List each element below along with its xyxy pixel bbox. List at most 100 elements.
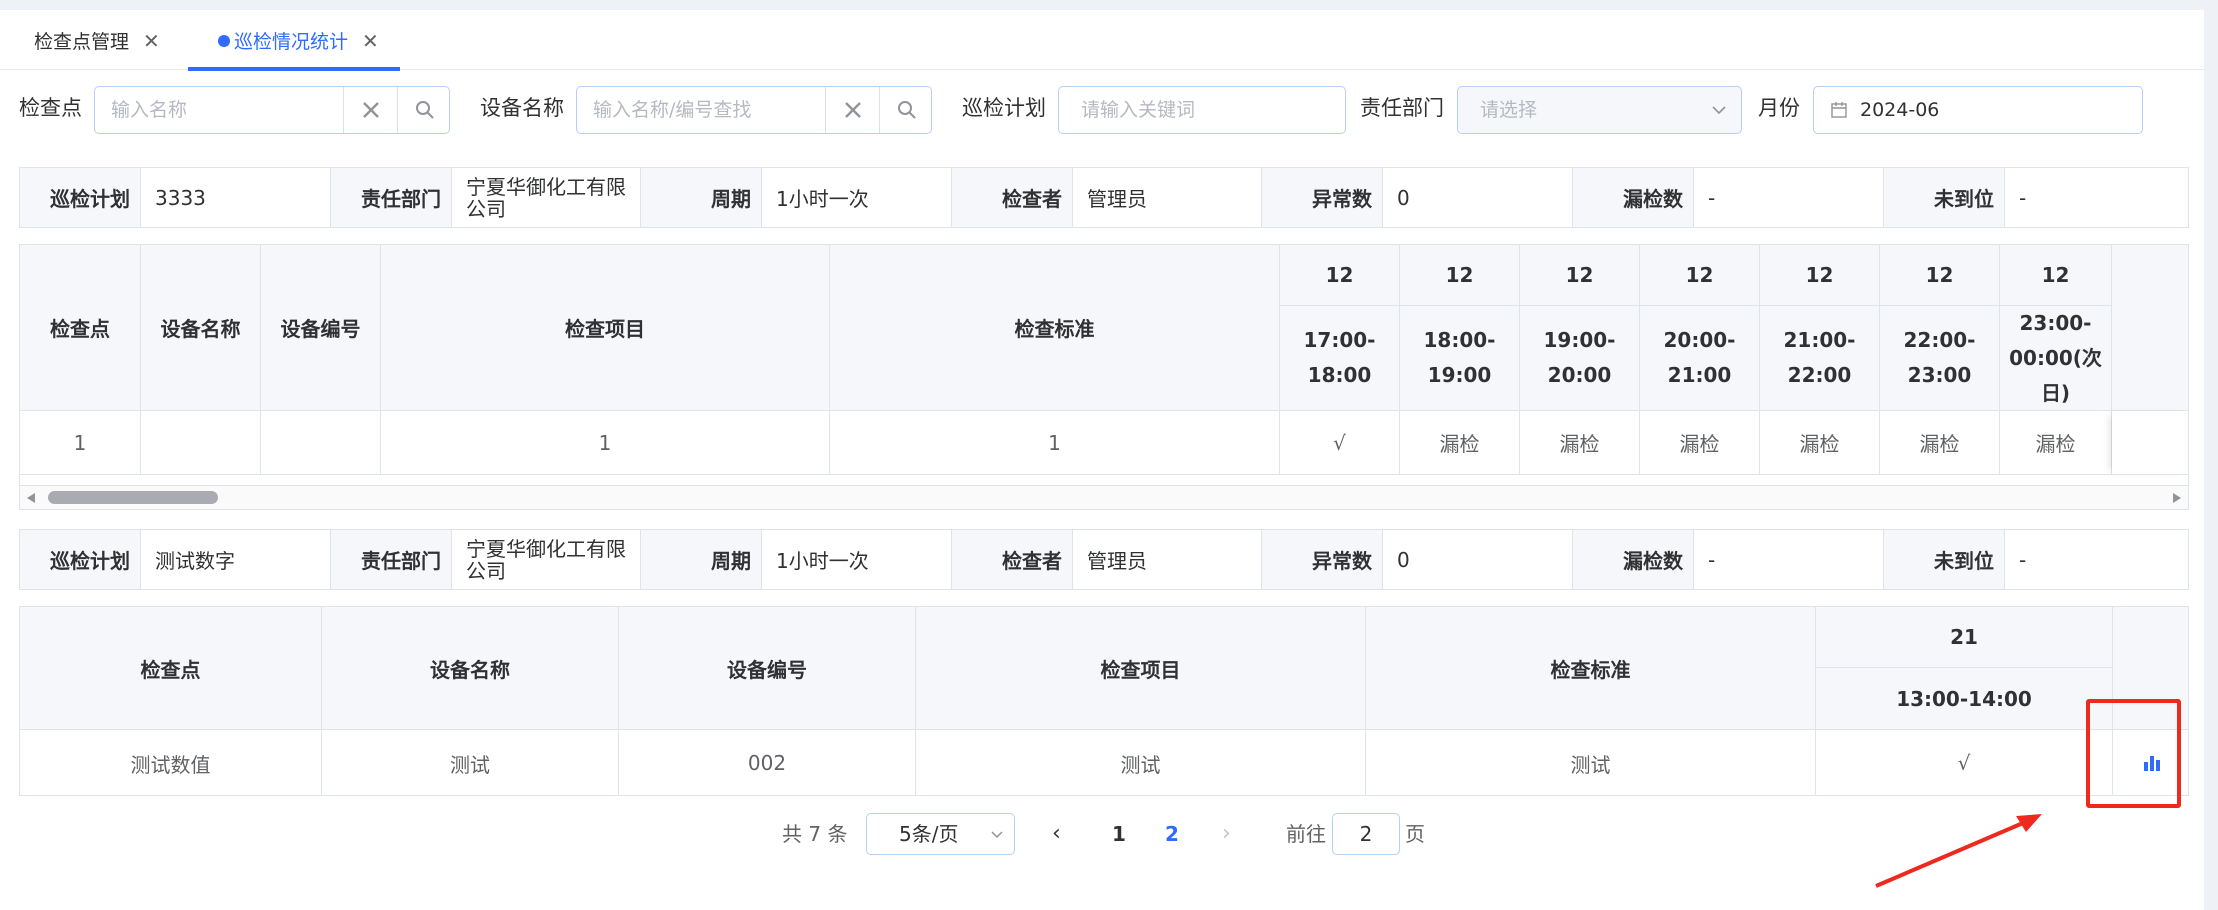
plan-value: 测试数字 — [141, 530, 331, 589]
checkpoint-label: 检查点 — [19, 96, 82, 120]
tab-patrol-statistics[interactable]: 巡检情况统计 ✕ — [188, 10, 400, 71]
highlight-box — [2086, 699, 2181, 808]
absent-value: - — [2019, 547, 2027, 572]
cell-slot-status: √ — [1816, 730, 2113, 795]
scroll-left-icon — [27, 493, 35, 503]
missed-label: 漏检数 — [1573, 168, 1694, 227]
absent-label: 未到位 — [1884, 168, 2005, 227]
month-value: 2024-06 — [1860, 99, 1940, 121]
abnormal-label: 异常数 — [1262, 168, 1383, 227]
search-button[interactable] — [397, 87, 449, 133]
month-picker[interactable]: 2024-06 — [1813, 86, 2143, 134]
page-2-button[interactable]: 2 — [1165, 819, 1179, 849]
checkpoint-search-input[interactable]: 输入名称 — [94, 86, 450, 134]
cell-slot-status: 漏检 — [1520, 411, 1640, 475]
missed-value: - — [1694, 530, 1884, 589]
missed-label: 漏检数 — [1573, 530, 1694, 589]
abnormal-value: 0 — [1383, 530, 1573, 589]
cell-slot-status: 漏检 — [2000, 411, 2112, 475]
period-value: 1小时一次 — [762, 530, 952, 589]
header-item: 检查项目 — [381, 245, 830, 411]
close-icon[interactable]: ✕ — [143, 29, 160, 53]
tab-label: 巡检情况统计 — [234, 31, 349, 53]
dept-label: 责任部门 — [1360, 96, 1444, 120]
header-device-name: 设备名称 — [322, 607, 619, 730]
slot-time: 17:00-18:00 — [1280, 306, 1400, 411]
tab-label: 检查点管理 — [34, 31, 130, 53]
slot-day: 12 — [2000, 245, 2112, 306]
plan-info-strip: 巡检计划 测试数字 责任部门 宁夏华御化工有限公司 周期 1小时一次 检查者 管… — [19, 529, 2189, 590]
header-standard: 检查标准 — [830, 245, 1280, 411]
absent-label: 未到位 — [1884, 530, 2005, 589]
slot-day: 12 — [1760, 245, 1880, 306]
slot-time: 23:00-00:00(次日) — [2000, 306, 2112, 411]
horizontal-scrollbar[interactable] — [19, 486, 2189, 510]
clear-icon — [844, 102, 861, 118]
close-icon[interactable]: ✕ — [362, 29, 379, 53]
dept-label: 责任部门 — [331, 530, 452, 589]
inspector-label: 检查者 — [952, 168, 1073, 227]
scroll-right-icon — [2173, 493, 2181, 503]
tab-checkpoint-management[interactable]: 检查点管理 ✕ — [0, 10, 186, 70]
goto-page-input[interactable]: 2 — [1332, 813, 1400, 855]
goto-label: 前往 — [1286, 822, 1326, 846]
device-name-label: 设备名称 — [480, 96, 564, 120]
header-checkpoint: 检查点 — [20, 607, 322, 730]
header-item: 检查项目 — [916, 607, 1366, 730]
operation-cell — [2112, 411, 2188, 475]
active-dot-icon — [218, 35, 230, 47]
slot-day: 21 — [1816, 607, 2113, 668]
slot-time: 20:00-21:00 — [1640, 306, 1760, 411]
page-suffix: 页 — [1405, 822, 1425, 846]
next-page-button[interactable]: › — [1222, 819, 1231, 849]
slot-day: 12 — [1280, 245, 1400, 306]
dept-select[interactable]: 请选择 — [1457, 86, 1742, 134]
abnormal-label: 异常数 — [1262, 530, 1383, 589]
clear-button[interactable] — [343, 87, 397, 133]
cell-standard: 1 — [830, 411, 1280, 475]
operation-header — [2112, 245, 2188, 411]
slot-time: 21:00-22:00 — [1760, 306, 1880, 411]
period-label: 周期 — [641, 168, 762, 227]
page-size-value: 5条/页 — [899, 822, 959, 846]
slot-day: 12 — [1400, 245, 1520, 306]
goto-value: 2 — [1359, 822, 1373, 846]
header-device-name: 设备名称 — [141, 245, 261, 411]
slot-time: 19:00-20:00 — [1520, 306, 1640, 411]
plan-keyword-input[interactable]: 请输入关键词 — [1058, 86, 1346, 134]
month-label: 月份 — [1758, 96, 1800, 120]
cell-device-code — [261, 411, 381, 475]
placeholder: 输入名称 — [111, 99, 188, 121]
chevron-down-icon — [991, 831, 1003, 839]
patrol-table-2: 检查点 设备名称 设备编号 检查项目 检查标准 21 13:00-14:00 测… — [19, 606, 2189, 796]
period-value: 1小时一次 — [762, 168, 952, 227]
clear-button[interactable] — [825, 87, 879, 133]
placeholder: 输入名称/编号查找 — [593, 99, 752, 121]
slot-day: 12 — [1880, 245, 2000, 306]
cell-standard: 测试 — [1366, 730, 1816, 795]
page-size-select[interactable]: 5条/页 — [866, 813, 1015, 855]
placeholder: 请选择 — [1480, 99, 1538, 121]
plan-label: 巡检计划 — [20, 168, 141, 227]
inspector-label: 检查者 — [952, 530, 1073, 589]
tab-bar: 检查点管理 ✕ 巡检情况统计 ✕ — [0, 10, 2204, 71]
page-1-button[interactable]: 1 — [1112, 819, 1126, 849]
cell-device-name: 测试 — [322, 730, 619, 795]
scrollbar-thumb[interactable] — [48, 491, 218, 504]
plan-value: 3333 — [141, 168, 331, 227]
slot-time: 22:00-23:00 — [1880, 306, 2000, 411]
cell-slot-status: 漏检 — [1640, 411, 1760, 475]
dept-value: 宁夏华御化工有限公司 — [452, 530, 641, 589]
slot-time: 13:00-14:00 — [1816, 668, 2113, 730]
main-panel: 检查点管理 ✕ 巡检情况统计 ✕ 检查点 输入名称 设备名称 输入名称/编号查找 巡… — [0, 10, 2204, 910]
search-button[interactable] — [879, 87, 931, 133]
cell-slot-status: 漏检 — [1880, 411, 2000, 475]
cell-device-code: 002 — [619, 730, 916, 795]
slot-day: 12 — [1520, 245, 1640, 306]
prev-page-button[interactable]: ‹ — [1052, 819, 1061, 849]
device-search-input[interactable]: 输入名称/编号查找 — [576, 86, 932, 134]
inspector-value: 管理员 — [1073, 168, 1262, 227]
slot-day: 12 — [1640, 245, 1760, 306]
search-icon — [415, 101, 434, 119]
placeholder: 请输入关键词 — [1081, 99, 1196, 121]
